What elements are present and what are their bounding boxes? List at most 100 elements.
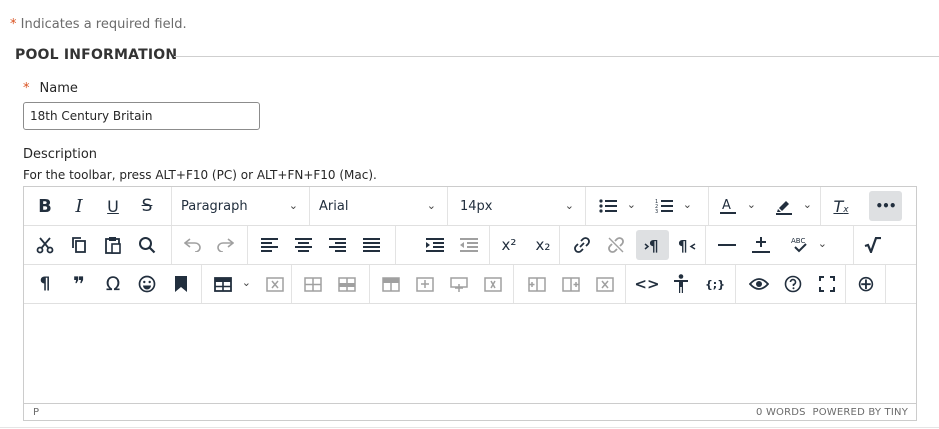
align-right-icon xyxy=(328,238,346,252)
code-sample-button[interactable]: {;} xyxy=(700,269,730,299)
math-group xyxy=(854,226,916,264)
table-header-icon xyxy=(382,276,400,292)
font-family-select[interactable]: Arial ⌄ xyxy=(310,191,446,221)
chevron-down-icon: ⌄ xyxy=(288,199,298,212)
table-header-row-button[interactable] xyxy=(376,269,406,299)
svg-text:3: 3 xyxy=(655,209,658,214)
align-center-button[interactable] xyxy=(288,230,318,260)
font-size-group: 14px ⌄ xyxy=(448,187,586,225)
align-left-icon xyxy=(260,238,278,252)
underline-button[interactable]: U xyxy=(98,191,128,221)
insert-column-before-button[interactable] xyxy=(522,269,552,299)
bullet-list-button[interactable]: ⌄ xyxy=(593,191,639,221)
ltr-paragraph-icon: ¶ xyxy=(644,237,658,253)
emoticons-button[interactable] xyxy=(132,269,162,299)
delete-column-icon xyxy=(596,276,614,292)
link-group: ¶ ¶ xyxy=(560,226,706,264)
page-break-button[interactable] xyxy=(746,230,776,260)
insert-row-after-icon xyxy=(450,276,468,292)
copy-button[interactable] xyxy=(64,230,94,260)
delete-column-button[interactable] xyxy=(590,269,620,299)
numbered-list-button[interactable]: 123 ⌄ xyxy=(649,191,695,221)
text-color-icon: A xyxy=(720,198,736,214)
find-button[interactable] xyxy=(132,230,162,260)
font-size-select[interactable]: 14px ⌄ xyxy=(448,191,584,221)
strikethrough-button[interactable]: S xyxy=(132,191,162,221)
insert-row-after-button[interactable] xyxy=(444,269,474,299)
undo-button[interactable] xyxy=(178,230,208,260)
horizontal-line-button[interactable] xyxy=(712,230,742,260)
clear-formatting-button[interactable]: Tx xyxy=(826,191,856,221)
toolbar-row-3: ¶ ❞ Ω ⌄ <> {;} ⊕ xyxy=(24,265,916,304)
clear-formatting-icon: T xyxy=(833,196,844,216)
svg-text:A: A xyxy=(722,198,731,213)
link-icon xyxy=(574,237,590,253)
align-right-button[interactable] xyxy=(322,230,352,260)
color-group: A ⌄ ⌄ xyxy=(709,187,821,225)
insert-row-before-button[interactable] xyxy=(410,269,440,299)
outdent-button[interactable] xyxy=(454,230,484,260)
element-path[interactable]: P xyxy=(33,407,39,418)
text-color-button[interactable]: A ⌄ xyxy=(713,191,759,221)
special-character-button[interactable]: Ω xyxy=(98,269,128,299)
numbered-list-icon: 123 xyxy=(655,199,673,214)
help-button[interactable] xyxy=(778,269,808,299)
table-cell-props-button[interactable] xyxy=(298,269,328,299)
insert-link-button[interactable] xyxy=(567,230,597,260)
rtl-paragraph-icon: ¶ xyxy=(678,237,696,253)
preview-button[interactable] xyxy=(744,269,774,299)
chevron-down-icon: ⌄ xyxy=(802,198,812,211)
powered-by-link[interactable]: POWERED BY TINY xyxy=(813,407,909,418)
more-options-button[interactable]: ••• xyxy=(869,191,902,221)
undo-icon xyxy=(184,238,201,252)
highlighter-icon xyxy=(776,201,792,215)
delete-table-button[interactable] xyxy=(260,269,290,299)
bold-button[interactable]: B xyxy=(30,191,60,221)
word-count[interactable]: 0 WORDS xyxy=(756,407,806,418)
delete-row-button[interactable] xyxy=(478,269,508,299)
spellcheck-button[interactable]: ABC ⌄ xyxy=(784,230,830,260)
search-icon xyxy=(139,237,156,254)
subscript-button[interactable]: x₂ xyxy=(528,230,558,260)
show-blocks-button[interactable]: ¶ xyxy=(30,269,60,299)
ltr-direction-button[interactable]: ¶ xyxy=(636,230,669,260)
justify-button[interactable] xyxy=(356,230,386,260)
code-group: <> {;} xyxy=(626,265,736,303)
highlight-color-button[interactable]: ⌄ xyxy=(769,191,815,221)
copy-icon xyxy=(72,237,86,253)
blockquote-button[interactable]: ❞ xyxy=(64,269,94,299)
accessibility-checker-button[interactable] xyxy=(666,269,696,299)
insert-column-after-button[interactable] xyxy=(556,269,586,299)
indent-button[interactable] xyxy=(420,230,450,260)
unlink-button[interactable] xyxy=(601,230,631,260)
add-content-button[interactable]: ⊕ xyxy=(851,269,881,299)
cut-button[interactable] xyxy=(30,230,60,260)
paste-button[interactable] xyxy=(98,230,128,260)
name-input[interactable] xyxy=(23,102,260,130)
table-cell-group xyxy=(292,265,370,303)
description-label: Description xyxy=(23,147,98,162)
fullscreen-button[interactable] xyxy=(812,269,842,299)
list-group: ⌄ 123 ⌄ xyxy=(586,187,709,225)
align-left-button[interactable] xyxy=(254,230,284,260)
chevron-down-icon: ⌄ xyxy=(682,198,692,211)
insert-column-after-icon xyxy=(562,276,580,292)
source-code-button[interactable]: <> xyxy=(632,269,662,299)
table-row-props-button[interactable] xyxy=(332,269,362,299)
rich-text-editor: B I U S Paragraph ⌄ Arial ⌄ 14px ⌄ ⌄ 1 2… xyxy=(23,186,917,421)
math-equation-button[interactable] xyxy=(858,230,888,260)
horizontal-line-icon xyxy=(718,244,736,246)
table-button[interactable]: ⌄ xyxy=(208,269,254,299)
superscript-button[interactable]: x² xyxy=(494,230,524,260)
section-title: POOL INFORMATION xyxy=(15,47,178,63)
bookmark-icon xyxy=(175,276,187,292)
redo-button[interactable] xyxy=(210,230,240,260)
misc-group: Tx ••• xyxy=(821,187,916,225)
toolbar-row-1: B I U S Paragraph ⌄ Arial ⌄ 14px ⌄ ⌄ 1 2… xyxy=(24,187,916,226)
italic-button[interactable]: I xyxy=(64,191,94,221)
block-format-select[interactable]: Paragraph ⌄ xyxy=(172,191,308,221)
anchor-button[interactable] xyxy=(166,269,196,299)
insert-row-before-icon xyxy=(416,276,434,292)
rtl-direction-button[interactable]: ¶ xyxy=(672,230,702,260)
editor-content-area[interactable] xyxy=(24,304,916,402)
